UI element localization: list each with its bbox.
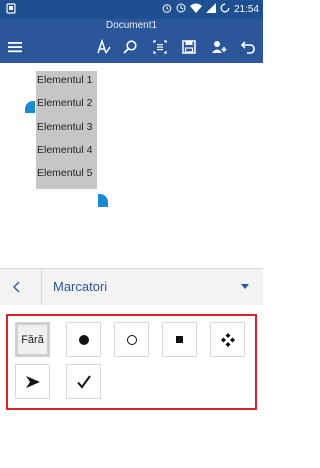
arrowhead-icon (25, 375, 40, 388)
bullet-none-label: Fără (21, 333, 44, 346)
list-item[interactable]: Elementul 3 (37, 121, 92, 133)
bullet-filled-circle-button[interactable] (66, 322, 101, 357)
list-item[interactable]: Elementul 4 (37, 144, 92, 156)
document-canvas[interactable]: Elementul 1 Elementul 2 Elementul 3 Elem… (0, 63, 263, 268)
header-separator (41, 269, 42, 305)
notification-icon (6, 3, 16, 17)
undo-icon[interactable] (237, 36, 259, 58)
save-icon[interactable] (178, 36, 200, 58)
status-bar: 21:54 (0, 0, 263, 19)
bullet-square-button[interactable] (162, 322, 197, 357)
back-button[interactable] (8, 278, 26, 296)
list-item[interactable]: Elementul 1 (37, 74, 92, 86)
bullet-arrowhead-button[interactable] (15, 364, 50, 399)
diamond-cluster-icon (220, 332, 235, 347)
list-item[interactable]: Elementul 5 (37, 167, 92, 179)
sync-icon (220, 3, 230, 16)
panel-header: Marcatori (0, 269, 263, 305)
hollow-circle-icon (126, 334, 137, 345)
search-icon[interactable] (119, 36, 141, 58)
alarm-icon (162, 3, 172, 16)
list-item[interactable]: Elementul 2 (37, 97, 92, 109)
filled-circle-icon (78, 334, 89, 345)
clock-icon (176, 3, 186, 16)
bullet-checkmark-button[interactable] (66, 364, 101, 399)
menu-icon[interactable] (4, 36, 26, 58)
checkmark-icon (76, 374, 91, 389)
square-icon (176, 336, 183, 343)
read-mode-icon[interactable] (149, 36, 171, 58)
selection-end-handle[interactable] (98, 194, 108, 207)
title-bar: Document1 (0, 19, 263, 63)
bullet-diamond-button[interactable] (210, 322, 245, 357)
chevron-left-icon (13, 281, 20, 293)
panel-title[interactable]: Marcatori (53, 279, 107, 294)
bullet-gallery: Fără (6, 314, 257, 410)
signal-icon (205, 3, 216, 16)
share-icon[interactable] (208, 36, 230, 58)
wifi-icon (189, 3, 202, 16)
format-icon[interactable] (93, 36, 115, 58)
document-title: Document1 (105, 20, 158, 31)
bottom-area (0, 448, 263, 468)
bullet-none-button[interactable]: Fără (15, 322, 50, 357)
selection-start-handle[interactable] (25, 101, 35, 113)
clock-time: 21:54 (233, 4, 259, 15)
caret-down-icon[interactable] (241, 284, 249, 289)
bullet-hollow-circle-button[interactable] (114, 322, 149, 357)
